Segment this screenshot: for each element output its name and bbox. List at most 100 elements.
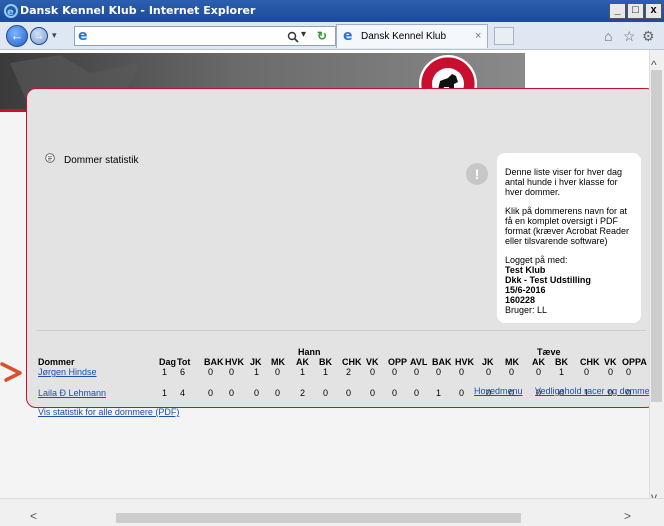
cell-male-jk: 1 bbox=[254, 367, 260, 377]
cell-male-opp: 0 bbox=[392, 367, 398, 377]
cell-female-ak: 0 bbox=[536, 367, 542, 377]
search-icon[interactable] bbox=[287, 31, 299, 43]
cell-male-vk: 0 bbox=[370, 367, 376, 377]
tab-label: Dansk Kennel Klub bbox=[361, 31, 447, 42]
column-header-female-chk: CHK bbox=[580, 357, 600, 367]
exclamation-icon: ! bbox=[466, 163, 488, 185]
cell-dag: 1 bbox=[162, 367, 168, 377]
group-header-male: Hann bbox=[298, 347, 321, 357]
column-header-female-oppa: OPPA bbox=[622, 357, 647, 367]
scroll-left-icon[interactable]: < bbox=[30, 509, 37, 523]
cell-male-opp: 0 bbox=[392, 388, 398, 398]
cell-male-ak: 1 bbox=[300, 367, 306, 377]
document-icon bbox=[45, 153, 55, 163]
cell-dag: 1 bbox=[162, 388, 168, 398]
cell-male-ak: 2 bbox=[300, 388, 306, 398]
column-header-male-hvk: HVK bbox=[225, 357, 245, 367]
column-header-female-ak: AK bbox=[532, 357, 545, 367]
ie-icon: e bbox=[4, 4, 18, 18]
window-title: Dansk Kennel Klub - Internet Explorer bbox=[20, 4, 256, 17]
page-title: Dommer statistik bbox=[64, 155, 138, 166]
link-hovedmenu[interactable]: Hovedmenu bbox=[474, 386, 523, 396]
cell-male-avl: 0 bbox=[414, 388, 420, 398]
divider bbox=[36, 330, 646, 331]
column-header-female-hvk: HVK bbox=[455, 357, 475, 367]
back-icon[interactable]: ← bbox=[6, 25, 28, 47]
column-header-dommer: Dommer bbox=[38, 357, 75, 367]
cell-male-chk: 2 bbox=[346, 367, 352, 377]
cell-tot: 6 bbox=[180, 367, 186, 377]
cell-male-mk: 0 bbox=[275, 367, 281, 377]
info-description: Denne liste viser for hver dag antal hun… bbox=[505, 167, 623, 197]
chevron-down-icon[interactable]: ▾ bbox=[301, 29, 306, 40]
cell-tot: 4 bbox=[180, 388, 186, 398]
cell-male-hvk: 0 bbox=[229, 388, 235, 398]
link-vedligehold[interactable]: Vedligehold racer og dommere bbox=[535, 386, 658, 396]
info-user: Bruger: LL bbox=[505, 305, 548, 315]
cell-female-hvk: 0 bbox=[459, 388, 465, 398]
horizontal-scroll-thumb[interactable] bbox=[116, 513, 521, 523]
cell-female-chk: 0 bbox=[584, 367, 590, 377]
new-tab-button[interactable] bbox=[494, 27, 514, 45]
column-header-female-bak: BAK bbox=[432, 357, 452, 367]
refresh-icon[interactable]: ↻ bbox=[317, 29, 327, 43]
star-icon[interactable]: ☆ bbox=[623, 28, 636, 45]
navigation-bar: ← → ▾ e ▾ ↻ e Dansk Kennel Klub × ⌂ ☆ ⚙ bbox=[0, 22, 664, 50]
history-dropdown-icon[interactable]: ▾ bbox=[52, 30, 57, 41]
minimize-button[interactable]: _ bbox=[609, 3, 626, 19]
column-header-male-bk: BK bbox=[319, 357, 332, 367]
info-number: 160228 bbox=[505, 295, 536, 305]
column-header-male-vk: VK bbox=[366, 357, 379, 367]
footer-links: Hovedmenu Vedligehold racer og dommere bbox=[474, 386, 658, 396]
column-header-male-avl: AVL bbox=[410, 357, 428, 367]
gear-icon[interactable]: ⚙ bbox=[642, 28, 655, 45]
address-bar[interactable]: e ▾ ↻ bbox=[74, 26, 336, 46]
cell-female-oppa: 0 bbox=[626, 367, 632, 377]
cell-female-bk: 1 bbox=[559, 367, 565, 377]
info-date: 15/6-2016 bbox=[505, 285, 546, 295]
column-header-female-bk: BK bbox=[555, 357, 568, 367]
maximize-button[interactable]: □ bbox=[627, 3, 644, 19]
cell-male-vk: 0 bbox=[370, 388, 376, 398]
vertical-scroll-thumb[interactable] bbox=[651, 70, 662, 402]
info-box: Denne liste viser for hver dag antal hun… bbox=[497, 153, 641, 323]
cell-male-bk: 0 bbox=[323, 388, 329, 398]
ie-icon: e bbox=[78, 28, 88, 44]
page-title-text: Dommer statistik bbox=[64, 155, 139, 166]
judge-name-link[interactable]: Jørgen Hindse bbox=[38, 367, 97, 377]
column-header-female-mk: MK bbox=[505, 357, 519, 367]
cell-male-bk: 1 bbox=[323, 367, 329, 377]
column-header-male-jk: JK bbox=[250, 357, 262, 367]
cell-female-vk: 0 bbox=[608, 367, 614, 377]
info-club: Test Klub bbox=[505, 265, 546, 275]
info-logged-in-label: Logget på med: bbox=[505, 255, 568, 265]
cell-female-bak: 1 bbox=[436, 388, 442, 398]
cell-male-mk: 0 bbox=[275, 388, 281, 398]
close-button[interactable]: x bbox=[645, 3, 662, 19]
column-header-male-ak: AK bbox=[296, 357, 309, 367]
column-header-dag: Dag bbox=[159, 357, 177, 367]
browser-window: e Dansk Kennel Klub - Internet Explorer … bbox=[0, 0, 664, 526]
cell-male-avl: 0 bbox=[414, 367, 420, 377]
info-pdf-note: Klik på dommerens navn for at få en komp… bbox=[505, 206, 630, 246]
column-header-male-mk: MK bbox=[271, 357, 285, 367]
cell-male-bak: 0 bbox=[208, 388, 214, 398]
cell-female-mk: 0 bbox=[509, 367, 515, 377]
cell-female-hvk: 0 bbox=[459, 367, 465, 377]
forward-icon[interactable]: → bbox=[30, 27, 48, 45]
tab-close-icon[interactable]: × bbox=[475, 30, 481, 42]
judge-name-link[interactable]: Laila Ð Lehmann bbox=[38, 388, 106, 398]
column-header-tot: Tot bbox=[177, 357, 191, 367]
cell-male-chk: 0 bbox=[346, 388, 352, 398]
home-icon[interactable]: ⌂ bbox=[604, 28, 612, 44]
column-header-male-opp: OPP bbox=[388, 357, 408, 367]
arrow-pointer-icon bbox=[0, 362, 22, 382]
group-header-female: Tæve bbox=[537, 347, 561, 357]
column-header-female-vk: VK bbox=[604, 357, 617, 367]
pdf-statistics-link[interactable]: Vis statistik for alle dommere (PDF) bbox=[38, 407, 179, 417]
cell-male-bak: 0 bbox=[208, 367, 214, 377]
tab-dansk-kennel-klub[interactable]: e Dansk Kennel Klub × bbox=[336, 24, 488, 48]
column-header-female-jk: JK bbox=[482, 357, 494, 367]
scroll-up-icon[interactable]: ^ bbox=[651, 58, 657, 72]
scroll-right-icon[interactable]: > bbox=[624, 509, 631, 523]
